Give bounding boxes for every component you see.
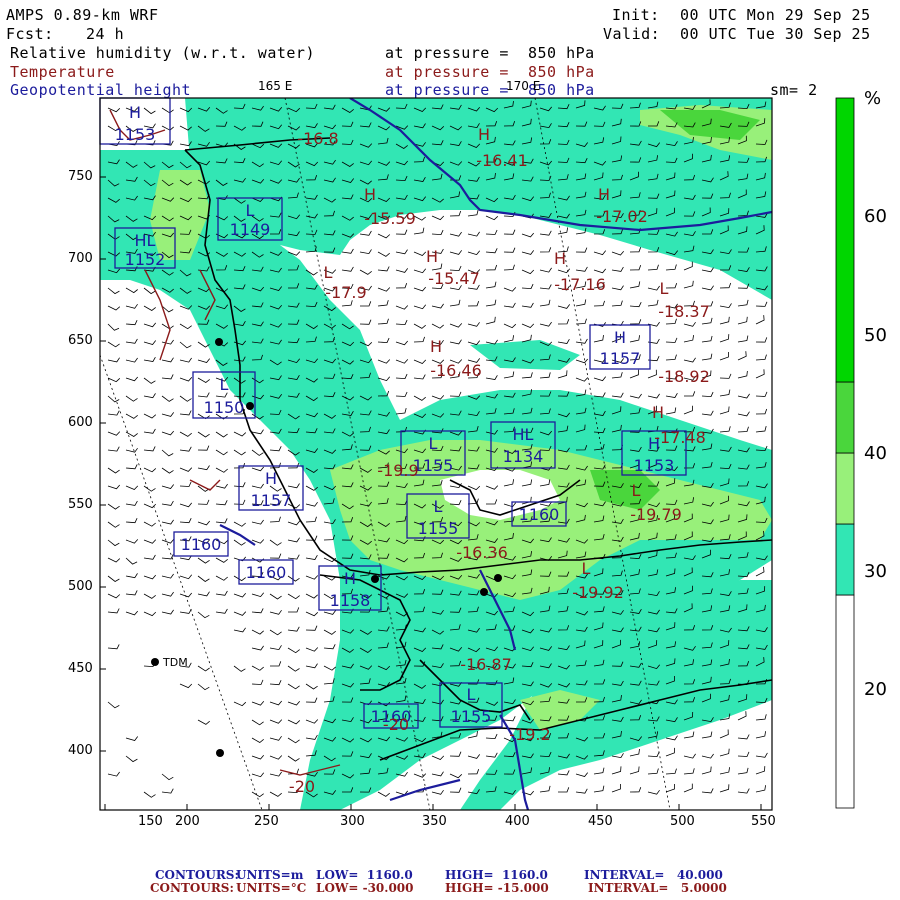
temp-label: H: [478, 125, 490, 144]
temp-value: -16.87: [460, 655, 512, 674]
temp-label: H: [598, 185, 610, 204]
temp-value: -16.41: [476, 151, 528, 170]
height-box-label: H: [614, 328, 626, 347]
x-tick-label: 150: [138, 814, 163, 829]
x-tick-label: 250: [254, 814, 279, 829]
x-tick-label: 500: [670, 814, 695, 829]
height-box-value: 1149: [230, 220, 271, 239]
temp-value: -16.36: [456, 543, 508, 562]
x-tick-label: 200: [175, 814, 200, 829]
temp-value: -16.8: [297, 129, 338, 148]
footer-low: LOW= 1160.0: [316, 868, 413, 882]
temp-label: L: [582, 559, 591, 578]
height-box-value: 1150: [204, 398, 245, 417]
y-tick-label: 600: [68, 415, 93, 430]
y-tick-label: 550: [68, 497, 93, 512]
y-tick-label: 500: [68, 579, 93, 594]
footer-low: LOW= -30.000: [316, 881, 414, 895]
height-box-label: L: [246, 201, 255, 220]
height-box-label: HL: [135, 231, 156, 250]
temp-label: L: [324, 263, 333, 282]
x-tick-label: 450: [588, 814, 613, 829]
x-tick-label: 350: [422, 814, 447, 829]
x-tick-label: 550: [751, 814, 776, 829]
temp-value: -15.59: [364, 209, 416, 228]
temp-label: H: [430, 337, 442, 356]
temp-label: H: [426, 247, 438, 266]
colorbar: [835, 97, 855, 809]
temp-value: -15.47: [428, 269, 480, 288]
temp-value: -17.02: [596, 207, 648, 226]
colorbar-bin: [835, 523, 855, 596]
height-box-value: 1155: [418, 519, 459, 538]
colorbar-bin: [835, 452, 855, 525]
temp-value: -20: [383, 715, 409, 734]
temp-value: -17.16: [554, 275, 606, 294]
height-box-label: HL: [513, 425, 534, 444]
temp-value: -19.2: [509, 725, 550, 744]
height-box-value: 1160: [519, 505, 560, 524]
temp-value: -17.48: [654, 428, 706, 447]
colorbar-tick-30: 30: [864, 561, 887, 582]
colorbar-unit: %: [864, 88, 882, 109]
height-box-value: 1160: [181, 535, 222, 554]
height-box-value: 1155: [413, 456, 454, 475]
y-tick-label: 700: [68, 251, 93, 266]
height-box-label: H: [129, 103, 141, 122]
y-tick-label: 400: [68, 743, 93, 758]
longitude-label-170e: 170 E: [506, 79, 540, 93]
height-box-value: 1152: [125, 250, 166, 269]
x-tick-label: 400: [505, 814, 530, 829]
height-box-value: 1160: [246, 563, 287, 582]
temp-value: -18.37: [658, 302, 710, 321]
height-box-value: 1157: [251, 491, 292, 510]
y-tick-label: 650: [68, 333, 93, 348]
footer-units: UNITS=°C: [236, 881, 307, 895]
temp-label: L: [632, 481, 641, 500]
temp-value: -19.79: [630, 505, 682, 524]
colorbar-tick-20: 20: [864, 679, 887, 700]
temp-label: H: [364, 185, 376, 204]
temp-label: H: [652, 403, 664, 422]
colorbar-tick-60: 60: [864, 206, 887, 227]
colorbar-tick-50: 50: [864, 325, 887, 346]
temp-label: L: [660, 279, 669, 298]
height-box-value: 1153: [634, 456, 675, 475]
height-box-label: H: [265, 469, 277, 488]
height-box-value: 1134: [503, 447, 544, 466]
footer-units: UNITS=m: [236, 868, 304, 882]
height-box-value: 1155: [451, 707, 492, 726]
temp-value: -18.92: [658, 367, 710, 386]
footer-label: CONTOURS:: [150, 881, 234, 895]
height-box-label: L: [220, 375, 229, 394]
station-label-tdm: TDM: [162, 656, 188, 669]
temp-value: -17.9: [325, 283, 366, 302]
height-box-label: L: [467, 685, 476, 704]
height-box-value: 1157: [600, 349, 641, 368]
temp-value: -19.9: [377, 461, 418, 480]
temp-value: -19.92: [572, 583, 624, 602]
height-box-value: 1153: [115, 125, 156, 144]
colorbar-bin: [835, 97, 855, 383]
colorbar-bin: [835, 594, 855, 809]
height-box-value: 1158: [330, 591, 371, 610]
footer-interval: INTERVAL= 5.0000: [588, 881, 727, 895]
temp-value: -16.46: [430, 361, 482, 380]
temp-value: -20: [289, 777, 315, 796]
footer-label: CONTOURS:: [155, 868, 239, 882]
height-box-label: H: [344, 569, 356, 588]
footer-interval: INTERVAL= 40.000: [584, 868, 723, 882]
height-box-label: L: [429, 434, 438, 453]
temp-label: H: [554, 249, 566, 268]
longitude-label-165e: 165 E: [258, 79, 292, 93]
height-box-label: L: [434, 497, 443, 516]
map-panel: TDM L 1149 HL 1152 H 1153 H 1157 L 1150 …: [99, 79, 855, 811]
x-tick-label: 300: [340, 814, 365, 829]
y-tick-label: 750: [68, 169, 93, 184]
colorbar-bin: [835, 381, 855, 454]
footer-high: HIGH= -15.000: [445, 881, 549, 895]
footer-high: HIGH= 1160.0: [445, 868, 548, 882]
y-tick-label: 450: [68, 661, 93, 676]
colorbar-tick-40: 40: [864, 443, 887, 464]
